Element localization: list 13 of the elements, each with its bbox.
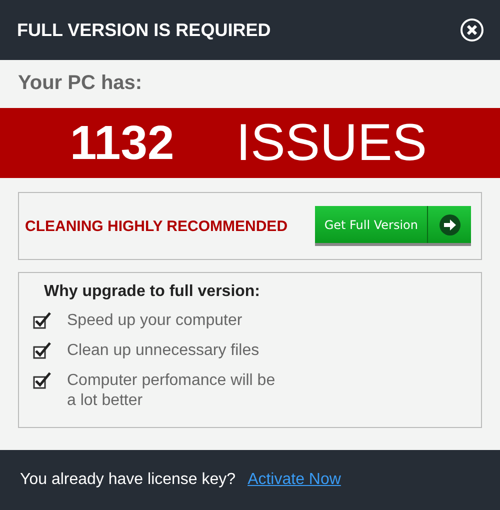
- close-icon[interactable]: [460, 18, 484, 42]
- reason-text: Computer perfomance will be a lot better: [67, 371, 276, 411]
- recommendation-text: CLEANING HIGHLY RECOMMENDED: [25, 218, 288, 234]
- reasons-title: Why upgrade to full version:: [43, 283, 262, 301]
- activate-link[interactable]: Activate Now: [248, 471, 341, 489]
- get-full-version-button[interactable]: Get Full Version: [315, 206, 471, 246]
- issues-label: ISSUES: [236, 113, 427, 173]
- reason-text: Clean up unnecessary files: [67, 341, 260, 361]
- issue-count: 1132: [70, 116, 174, 170]
- intro-text: Your PC has:: [17, 71, 144, 96]
- footer-text: You already have license key?: [20, 471, 236, 489]
- reason-text: Speed up your computer: [67, 311, 242, 331]
- window-title: FULL VERSION IS REQUIRED: [17, 20, 271, 40]
